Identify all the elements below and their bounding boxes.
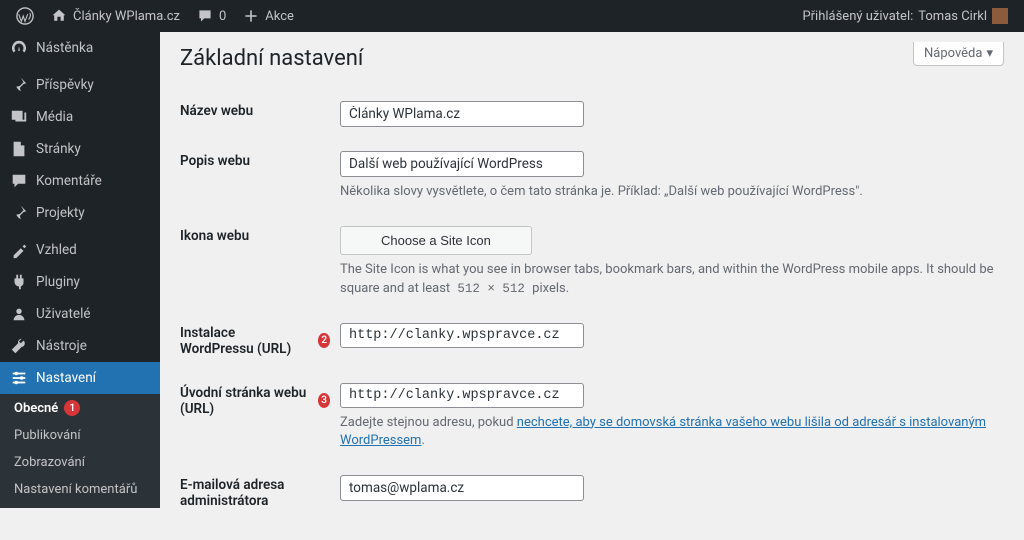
sidebar-item-label: Komentáře (36, 173, 102, 189)
submenu-item[interactable]: Média (0, 503, 160, 508)
tagline-label: Popis webu (180, 139, 340, 214)
site-icon-label: Ikona webu (180, 214, 340, 311)
admin-bar: Články WPlama.cz 0 Akce Přihlášený uživa… (0, 0, 1024, 32)
appearance-icon (10, 241, 28, 259)
sidebar-item-label: Média (36, 109, 73, 125)
sidebar-item-label: Uživatelé (36, 306, 91, 322)
comment-icon (10, 172, 28, 190)
site-icon-desc: The Site Icon is what you see in browser… (340, 261, 994, 299)
site-title-input[interactable] (340, 101, 584, 127)
main-content: Základní nastavení Nápověda ▾ Název webu… (160, 32, 1024, 508)
sidebar-item-label: Pluginy (36, 274, 80, 290)
admin-email-input[interactable] (340, 475, 584, 501)
wp-url-label: Instalace WordPressu (URL) (180, 325, 310, 357)
pin-icon (10, 204, 28, 222)
sidebar-item-user[interactable]: Uživatelé (0, 298, 160, 330)
sidebar-item-page[interactable]: Stránky (0, 133, 160, 165)
comments-menu[interactable]: 0 (188, 0, 234, 32)
plus-icon (242, 7, 260, 25)
sidebar-item-label: Příspěvky (36, 77, 94, 93)
new-content-menu[interactable]: Akce (234, 0, 302, 32)
sidebar-item-tools[interactable]: Nástroje (0, 330, 160, 362)
comment-count: 0 (219, 9, 226, 24)
tagline-input[interactable] (340, 151, 584, 177)
site-url-label: Úvodní stránka webu (URL) (180, 385, 310, 417)
sidebar-item-label: Stránky (36, 141, 81, 157)
site-url-input[interactable] (340, 383, 584, 408)
sidebar-item-pin[interactable]: Projekty (0, 197, 160, 229)
sidebar-item-comment[interactable]: Komentáře (0, 165, 160, 197)
sidebar-item-label: Nástroje (36, 338, 87, 354)
user-name: Tomas Cirkl (918, 9, 987, 24)
home-icon (50, 7, 68, 25)
help-tab[interactable]: Nápověda ▾ (913, 42, 1004, 66)
submenu-item[interactable]: Publikování (0, 422, 160, 449)
site-name-label: Články WPlama.cz (73, 9, 180, 24)
wp-url-input[interactable] (340, 323, 584, 348)
sidebar-item-media[interactable]: Média (0, 101, 160, 133)
page-title: Základní nastavení (180, 42, 363, 89)
dashboard-icon (10, 39, 28, 57)
page-header: Základní nastavení Nápověda ▾ (180, 32, 1004, 89)
choose-site-icon-button[interactable]: Choose a Site Icon (340, 226, 532, 255)
my-account-menu[interactable]: Přihlášený uživatel: Tomas Cirkl (794, 0, 1016, 32)
sidebar-item-label: Nástěnka (36, 40, 93, 56)
logged-in-prefix: Přihlášený uživatel: (802, 9, 913, 24)
sidebar-item-label: Projekty (36, 205, 85, 221)
avatar (992, 8, 1008, 24)
settings-icon (10, 369, 28, 387)
site-title-label: Název webu (180, 89, 340, 139)
admin-email-label: E-mailová adresa administrátora (180, 463, 340, 508)
submenu-item[interactable]: Obecné1 (0, 394, 160, 422)
wp-url-badge: 2 (318, 333, 330, 348)
settings-submenu: Obecné1PublikováníZobrazováníNastavení k… (0, 394, 160, 508)
chevron-down-icon: ▾ (986, 46, 993, 61)
help-label: Nápověda (924, 46, 982, 61)
pin-icon (10, 76, 28, 94)
submenu-item[interactable]: Zobrazování (0, 449, 160, 476)
submenu-item[interactable]: Nastavení komentářů (0, 476, 160, 503)
sidebar-item-appearance[interactable]: Vzhled (0, 234, 160, 266)
new-content-label: Akce (265, 9, 294, 24)
wp-logo-menu[interactable] (8, 0, 42, 32)
site-url-badge: 3 (318, 393, 330, 408)
tagline-desc: Několika slovy vysvětlete, o čem tato st… (340, 183, 994, 202)
sidebar-item-label: Nastavení (36, 370, 96, 386)
media-icon (10, 108, 28, 126)
tools-icon (10, 337, 28, 355)
page-icon (10, 140, 28, 158)
admin-bar-left: Články WPlama.cz 0 Akce (8, 0, 302, 32)
site-url-desc: Zadejte stejnou adresu, pokud nechcete, … (340, 414, 994, 452)
admin-sidebar: Nástěnka Příspěvky Média Stránky Komentáře Pr… (0, 32, 160, 508)
sidebar-item-settings[interactable]: Nastavení (0, 362, 160, 394)
site-name-menu[interactable]: Články WPlama.cz (42, 0, 188, 32)
settings-form: Název webu Popis webu Několika slovy vys… (180, 89, 1004, 508)
comment-icon (196, 7, 214, 25)
user-icon (10, 305, 28, 323)
sidebar-item-plugin[interactable]: Pluginy (0, 266, 160, 298)
sidebar-item-dashboard[interactable]: Nástěnka (0, 32, 160, 64)
sidebar-item-label: Vzhled (36, 242, 77, 258)
wordpress-icon (16, 7, 34, 25)
sidebar-item-pin[interactable]: Příspěvky (0, 69, 160, 101)
admin-bar-right: Přihlášený uživatel: Tomas Cirkl (794, 0, 1016, 32)
update-badge: 1 (64, 400, 80, 416)
plugin-icon (10, 273, 28, 291)
